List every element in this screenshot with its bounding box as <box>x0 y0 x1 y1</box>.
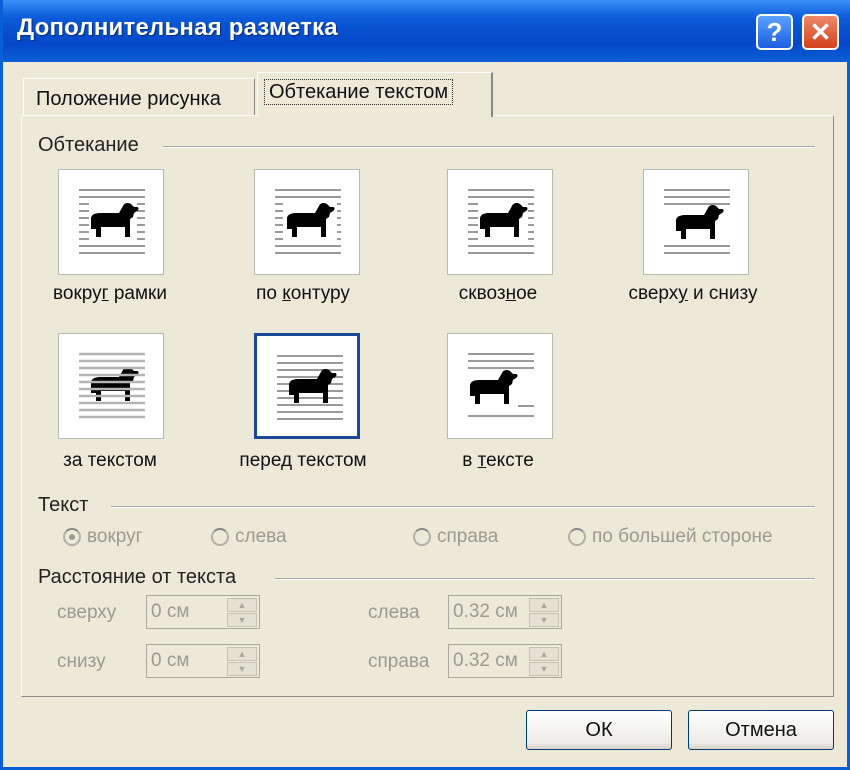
help-button[interactable]: ? <box>756 14 793 50</box>
spinner-value: 0 см <box>151 650 190 671</box>
tab-label: Положение рисунка <box>36 88 221 110</box>
radio-dot <box>211 528 229 546</box>
label-accelerator: н <box>505 283 517 304</box>
label-text: ексте <box>486 450 534 471</box>
group-divider <box>163 146 815 148</box>
wrap-option-label[interactable]: по контуру <box>218 283 388 305</box>
spin-up-icon[interactable]: ▲ <box>227 647 257 661</box>
spinner-value: 0.32 см <box>453 601 518 622</box>
top-bottom-wrap-icon <box>664 189 730 254</box>
wrap-option-label[interactable]: вокруг рамки <box>25 283 195 305</box>
spin-up-icon[interactable]: ▲ <box>227 598 257 612</box>
distance-top-spinner[interactable]: 0 см ▲ ▼ <box>146 595 260 629</box>
tab-text-wrapping[interactable]: Обтекание текстом <box>257 72 493 117</box>
spin-down-icon[interactable]: ▼ <box>529 613 559 627</box>
distance-left-spinner[interactable]: 0.32 см ▲ ▼ <box>448 595 562 629</box>
wrap-option-label[interactable]: за текстом <box>25 450 195 472</box>
spinner-value: 0.32 см <box>453 650 518 671</box>
wrap-option-button[interactable] <box>58 169 164 275</box>
label-text: перед <box>239 450 293 471</box>
behind-text-icon <box>79 352 145 419</box>
distance-right-spinner[interactable]: 0.32 см ▲ ▼ <box>448 644 562 678</box>
label-text: рамки <box>108 283 167 304</box>
distance-bottom-spinner[interactable]: 0 см ▲ ▼ <box>146 644 260 678</box>
spin-down-icon[interactable]: ▼ <box>529 662 559 676</box>
wrap-option-button[interactable] <box>447 169 553 275</box>
distance-left-label: слева <box>368 602 420 623</box>
radio-largest-side[interactable]: по большей стороне <box>568 526 773 548</box>
spin-down-icon[interactable]: ▼ <box>227 613 257 627</box>
radio-label: справа <box>437 526 499 547</box>
close-button[interactable]: ✕ <box>802 14 839 50</box>
window-title: Дополнительная разметка <box>17 14 338 41</box>
radio-dot <box>568 528 586 546</box>
wrap-option-label[interactable]: сквозное <box>413 283 583 305</box>
radio-dot <box>413 528 431 546</box>
distance-group-label: Расстояние от текста <box>38 566 237 588</box>
wrap-option-label[interactable]: сверху и снизу <box>608 283 778 305</box>
label-text: в <box>462 450 478 471</box>
radio-label: вокруг <box>87 526 143 547</box>
wrap-option-button[interactable] <box>643 169 749 275</box>
wrapping-group-label: Обтекание <box>38 134 139 156</box>
spin-up-icon[interactable]: ▲ <box>529 598 559 612</box>
wrap-option-button[interactable] <box>254 169 360 275</box>
spinner-value: 0 см <box>151 601 190 622</box>
group-divider <box>275 578 815 580</box>
text-group-label: Текст <box>38 494 89 516</box>
square-wrap-icon <box>79 189 145 254</box>
cancel-button[interactable]: Отмена <box>688 710 834 750</box>
label-text: и снизу <box>687 283 758 304</box>
label-accelerator: у <box>678 283 688 304</box>
wrap-option-button[interactable] <box>254 333 360 439</box>
radio-label: слева <box>235 526 287 547</box>
wrap-option-button[interactable] <box>58 333 164 439</box>
wrap-option-button[interactable] <box>447 333 553 439</box>
label-text: вокру <box>53 283 102 304</box>
radio-around[interactable]: вокруг <box>63 526 143 548</box>
title-bar[interactable]: Дополнительная разметка ? ✕ <box>3 0 850 62</box>
wrap-option-label[interactable]: в тексте <box>413 450 583 472</box>
radio-left[interactable]: слева <box>211 526 287 548</box>
inline-text-icon <box>468 353 534 417</box>
dialog-window: Дополнительная разметка ? ✕ Положение ри… <box>0 0 850 770</box>
radio-label: по большей стороне <box>592 526 773 547</box>
wrap-option-label[interactable]: перед текстом <box>218 450 388 472</box>
label-text: сквоз <box>458 283 506 304</box>
ok-button[interactable]: ОК <box>526 710 672 750</box>
tab-picture-position[interactable]: Положение рисунка <box>23 78 255 116</box>
through-wrap-icon <box>468 189 534 254</box>
label-text: ое <box>516 283 538 304</box>
label-accelerator: к <box>282 283 291 304</box>
label-text: текстом <box>292 450 367 471</box>
spin-down-icon[interactable]: ▼ <box>227 662 257 676</box>
distance-bottom-label: снизу <box>57 651 106 672</box>
tight-wrap-icon <box>275 189 341 254</box>
radio-dot <box>63 528 81 546</box>
spin-up-icon[interactable]: ▲ <box>529 647 559 661</box>
label-text: за текстом <box>63 450 157 471</box>
label-accelerator: г <box>101 283 109 304</box>
distance-right-label: справа <box>368 651 430 672</box>
label-text: по <box>256 283 283 304</box>
tab-label: Обтекание текстом <box>264 79 454 105</box>
distance-top-label: сверху <box>57 602 117 623</box>
group-divider <box>111 506 815 508</box>
in-front-text-icon <box>277 355 343 420</box>
radio-right[interactable]: справа <box>413 526 498 548</box>
label-accelerator: т <box>477 450 487 471</box>
label-text: сверх <box>628 283 679 304</box>
label-text: онтуру <box>290 283 350 304</box>
